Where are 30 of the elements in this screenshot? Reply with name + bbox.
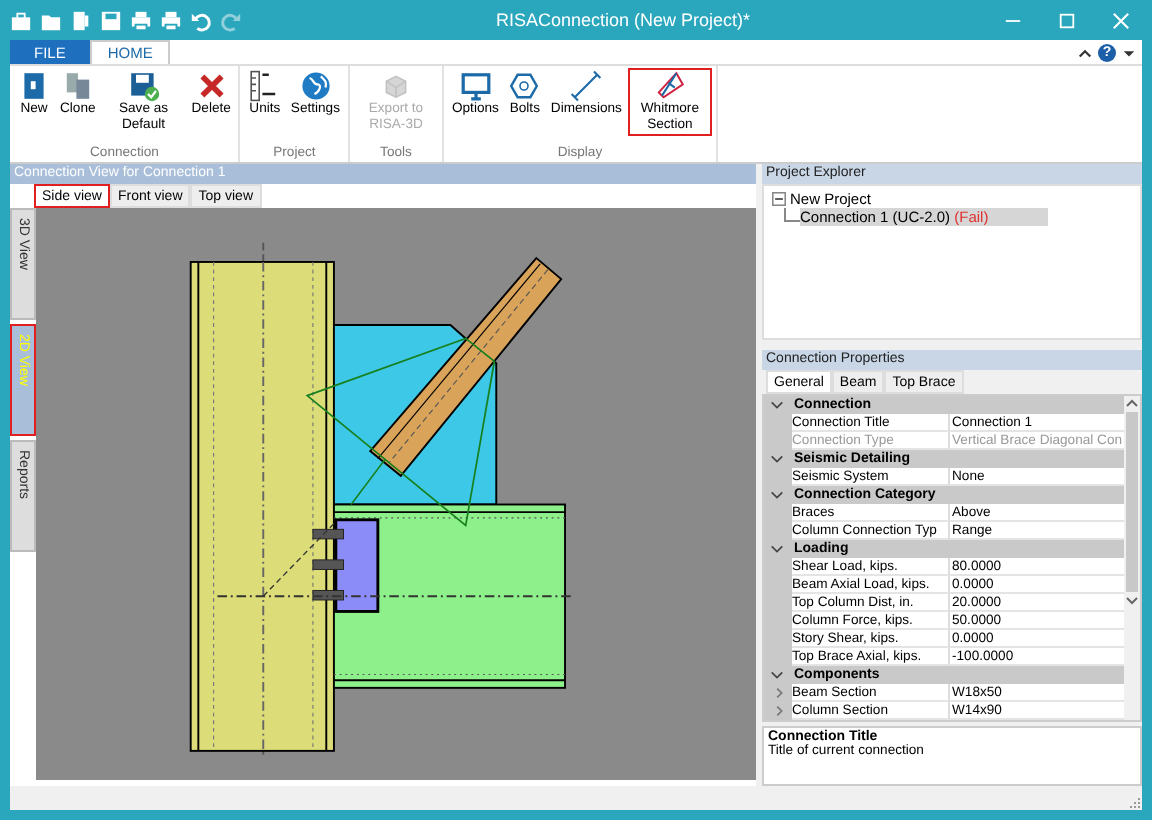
maximize-button[interactable] [1058,11,1076,29]
ruler-icon [248,70,281,102]
scrollbar[interactable] [1124,396,1140,720]
clone-icon [61,70,94,102]
chevron-down-icon[interactable] [770,668,784,682]
globe-icon [299,70,332,102]
scroll-up-icon[interactable] [1124,396,1140,412]
whitmore-section-icon [653,70,686,102]
window-title: RISAConnection (New Project)* [493,10,753,30]
chevron-down-icon[interactable] [770,542,784,556]
print-icon[interactable] [130,9,152,31]
collapse-icon[interactable] [772,192,786,206]
redo-icon[interactable] [220,9,242,31]
delete-icon [195,70,228,102]
save-icon [127,70,160,102]
print-icon[interactable] [160,9,182,31]
save-icon[interactable] [100,9,122,31]
chevron-down-icon[interactable] [770,398,784,412]
close-button[interactable] [1112,11,1130,29]
hexagon-icon [508,70,541,102]
dimension-icon [570,70,603,102]
collapse-ribbon-icon[interactable] [1078,45,1092,59]
caret-icon[interactable] [1122,45,1136,59]
undo-icon[interactable] [190,9,212,31]
document-icon [18,70,50,102]
scroll-down-icon[interactable] [1124,592,1140,608]
briefcase-icon[interactable] [10,9,32,31]
monitor-icon [459,70,492,102]
chevron-down-icon[interactable] [770,488,784,502]
chevron-down-icon[interactable] [770,452,784,466]
